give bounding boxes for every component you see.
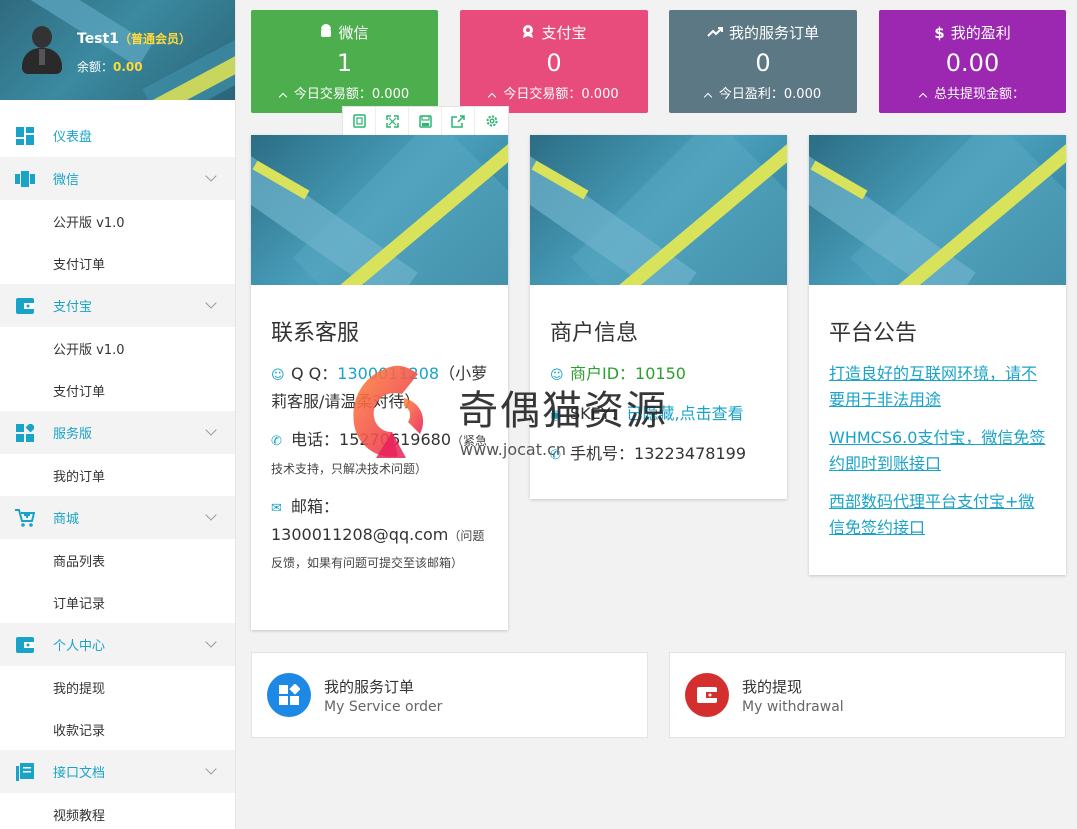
sidebar-subitem-my-withdrawal[interactable]: 我的提现 <box>0 666 235 708</box>
sidebar-item-shop[interactable]: 商城 <box>0 496 235 539</box>
dashboard-icon <box>15 126 35 145</box>
merchant-mobile: ✆ 手机号：13223478199 <box>550 441 767 469</box>
merchant-id: ☺ 商户ID：10150 <box>550 361 767 389</box>
sidebar-item-profile[interactable]: 个人中心 <box>0 623 235 666</box>
chevron-down-icon <box>205 424 217 436</box>
gear-icon[interactable] <box>475 107 508 135</box>
sidebar-item-service[interactable]: 服务版 <box>0 411 235 454</box>
wechat-icon <box>15 170 35 188</box>
card-banner-image <box>251 135 508 285</box>
chevron-down-icon <box>205 763 217 775</box>
wallet-icon <box>15 297 35 315</box>
contact-email: ✉ 邮箱： 1300011208@qq.com（问题反馈，如果有问题可提交至该邮箱） <box>271 497 485 570</box>
user-level: （普通会员） <box>118 32 191 46</box>
android-icon <box>320 23 332 42</box>
card-banner-image <box>809 135 1066 285</box>
stat-card-profit[interactable]: $ 我的盈利 0.00 总共提现金额： <box>879 10 1066 113</box>
sidebar-item-dashboard[interactable]: 仪表盘 <box>0 114 235 157</box>
chevron-up-icon <box>278 92 288 102</box>
apps-icon <box>15 423 35 442</box>
sidebar-subitem-wechat-orders[interactable]: 支付订单 <box>0 242 235 284</box>
sidebar-subitem-alipay-public[interactable]: 公开版 v1.0 <box>0 327 235 369</box>
stat-card-alipay[interactable]: 支付宝 0 今日交易额：0.000 <box>460 10 648 113</box>
sidebar-subitem-product-list[interactable]: 商品列表 <box>0 539 235 581</box>
trend-icon <box>707 24 723 42</box>
sidebar-subitem-order-records[interactable]: 订单记录 <box>0 581 235 623</box>
chevron-up-icon <box>488 92 497 102</box>
card-title: 联系客服 <box>271 321 360 346</box>
contact-phone: ✆ 电话：15270619680（紧急技术支持，只解决技术问题） <box>271 430 488 476</box>
person-icon: ☺ <box>550 368 564 383</box>
apps-icon <box>267 673 311 717</box>
stat-card-service-orders[interactable]: 我的服务订单 0 今日盈利：0.000 <box>669 10 857 113</box>
stat-card-wechat[interactable]: 微信 1 今日交易额：0.000 <box>251 10 438 113</box>
person-icon: ☺ <box>271 368 285 383</box>
wallet-icon <box>685 673 729 717</box>
user-name: Test1（普通会员） <box>77 31 191 47</box>
avatar[interactable] <box>22 24 62 76</box>
stat-value: 0.00 <box>945 49 1000 77</box>
sidebar-menu: 仪表盘 微信 公开版 v1.0 支付订单 支付宝 公开版 v1.0 支付订单 服… <box>0 114 235 829</box>
dollar-icon: $ <box>934 23 945 42</box>
quick-link-withdrawal[interactable]: 我的提现 My withdrawal <box>669 652 1066 738</box>
stat-value: 0 <box>546 49 562 77</box>
stat-value: 0 <box>755 49 771 77</box>
sidebar: Test1（普通会员） 余额：0.00 仪表盘 微信 公开版 v1.0 支付订单 <box>0 0 236 829</box>
eye-icon: ◉ <box>550 408 562 423</box>
sidebar-subitem-receipt-records[interactable]: 收款记录 <box>0 708 235 750</box>
notice-link[interactable]: 西部数码代理平台支付宝+微信免签约接口 <box>829 489 1046 541</box>
user-profile-panel: Test1（普通会员） 余额：0.00 <box>0 0 235 100</box>
copy-icon[interactable] <box>343 107 376 135</box>
merchant-card: 商户信息 ☺ 商户ID：10150 ◉ SKEY：已隐藏,点击查看 ✆ 手机号：132… <box>530 135 787 499</box>
save-icon[interactable] <box>409 107 442 135</box>
sidebar-subitem-alipay-orders[interactable]: 支付订单 <box>0 369 235 411</box>
qq-link[interactable]: 1300011208 <box>337 364 439 383</box>
sidebar-item-api-docs[interactable]: 接口文档 <box>0 750 235 793</box>
contact-qq: ☺ Q Q：1300011208（小萝莉客服/请温柔对待） <box>271 364 488 411</box>
show-skey-link[interactable]: 已隐藏,点击查看 <box>627 404 744 423</box>
card-title: 平台公告 <box>829 321 918 346</box>
sidebar-subitem-video-tutorial[interactable]: 视频教程 <box>0 793 235 829</box>
cart-icon <box>15 508 35 527</box>
quick-link-service-orders[interactable]: 我的服务订单 My Service order <box>251 652 648 738</box>
chevron-up-icon <box>918 92 928 102</box>
notice-link[interactable]: 打造良好的互联网环境，请不要用于非法用途 <box>829 361 1046 413</box>
badge-icon <box>521 24 535 42</box>
chevron-down-icon <box>205 636 217 648</box>
phone-icon: ✆ <box>550 448 561 463</box>
chevron-down-icon <box>205 509 217 521</box>
chevron-up-icon <box>703 92 713 102</box>
mail-icon: ✉ <box>271 501 282 516</box>
user-balance: 余额：0.00 <box>77 60 143 74</box>
fullscreen-icon[interactable] <box>376 107 409 135</box>
stat-value: 1 <box>336 49 353 77</box>
sidebar-subitem-wechat-public[interactable]: 公开版 v1.0 <box>0 200 235 242</box>
merchant-skey: ◉ SKEY：已隐藏,点击查看 <box>550 401 767 429</box>
phone-icon: ✆ <box>271 434 282 449</box>
wallet-icon <box>15 636 35 654</box>
book-icon <box>15 762 35 781</box>
card-title: 商户信息 <box>550 321 639 346</box>
sidebar-item-wechat[interactable]: 微信 <box>0 157 235 200</box>
notice-card: 平台公告 打造良好的互联网环境，请不要用于非法用途 WHMCS6.0支付宝，微信… <box>809 135 1066 575</box>
sidebar-item-alipay[interactable]: 支付宝 <box>0 284 235 327</box>
share-icon[interactable] <box>442 107 475 135</box>
chevron-down-icon <box>205 170 217 182</box>
notice-link[interactable]: WHMCS6.0支付宝，微信免签约即时到账接口 <box>829 425 1046 477</box>
card-toolbar <box>342 106 509 136</box>
card-banner-image <box>530 135 787 285</box>
sidebar-subitem-my-orders[interactable]: 我的订单 <box>0 454 235 496</box>
chevron-down-icon <box>205 297 217 309</box>
contact-card: 联系客服 ☺ Q Q：1300011208（小萝莉客服/请温柔对待） ✆ 电话：15… <box>251 135 508 630</box>
